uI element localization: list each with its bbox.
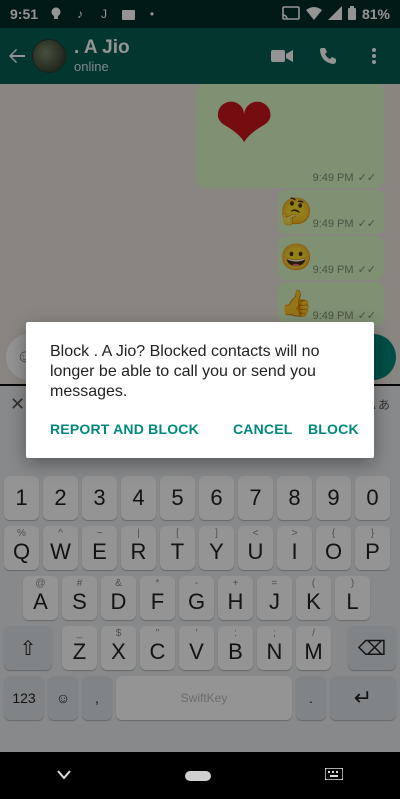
system-nav-bar: [0, 752, 400, 799]
block-dialog: Block . A Jio? Blocked contacts will no …: [26, 322, 374, 458]
nav-keyboard-icon[interactable]: [324, 766, 344, 785]
report-and-block-button[interactable]: REPORT AND BLOCK: [50, 416, 199, 442]
block-button[interactable]: BLOCK: [308, 416, 359, 442]
nav-home-pill[interactable]: [185, 770, 211, 781]
cancel-button[interactable]: CANCEL: [233, 416, 293, 442]
dialog-message: Block . A Jio? Blocked contacts will no …: [50, 343, 320, 400]
nav-back-icon[interactable]: [57, 767, 71, 785]
